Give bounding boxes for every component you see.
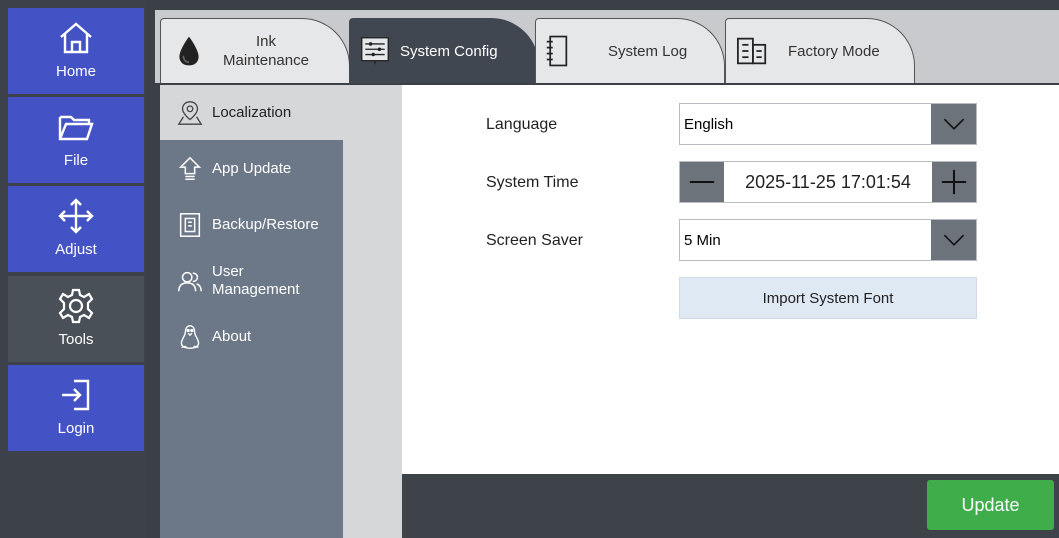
location-pin-icon bbox=[177, 100, 203, 125]
nav-tools-label: Tools bbox=[58, 331, 94, 348]
side-item-user-label-line2: Management bbox=[212, 280, 300, 298]
chevron-down-icon[interactable] bbox=[931, 104, 976, 144]
side-item-app-update-label: App Update bbox=[212, 160, 292, 177]
system-time-value[interactable]: 2025-11-25 17:01:54 bbox=[724, 162, 932, 202]
minus-icon bbox=[689, 180, 715, 184]
upload-arrow-icon bbox=[178, 156, 202, 180]
nav-adjust-label: Adjust bbox=[55, 241, 97, 258]
side-item-about-label: About bbox=[212, 328, 252, 345]
tab-system-log-label: System Log bbox=[608, 42, 688, 60]
side-menu: Localization App Update Backup/Restore U… bbox=[160, 85, 402, 538]
side-item-backup-restore-label: Backup/Restore bbox=[212, 216, 319, 233]
tab-factory-mode-label: Factory Mode bbox=[788, 42, 880, 60]
folder-icon bbox=[58, 115, 94, 141]
tab-bar: Ink Maintenance System Config System Log bbox=[155, 10, 1059, 83]
notebook-icon bbox=[546, 35, 568, 67]
language-select[interactable]: English bbox=[679, 103, 977, 145]
tab-ink-label-line2: Maintenance bbox=[223, 52, 309, 69]
increment-button[interactable] bbox=[932, 162, 976, 202]
move-arrows-icon bbox=[58, 198, 94, 234]
users-icon bbox=[178, 271, 202, 291]
side-item-backup-restore[interactable]: Backup/Restore bbox=[160, 197, 343, 252]
screen-saver-select[interactable]: 5 Min bbox=[679, 219, 977, 261]
screen-saver-value: 5 Min bbox=[684, 231, 721, 249]
plus-icon bbox=[941, 169, 967, 195]
side-item-about[interactable]: About bbox=[160, 309, 343, 364]
building-icon bbox=[737, 37, 767, 65]
system-time-label: System Time bbox=[486, 174, 579, 191]
update-button[interactable]: Update bbox=[927, 480, 1054, 530]
side-item-app-update[interactable]: App Update bbox=[160, 141, 343, 196]
tab-factory-mode[interactable]: Factory Mode bbox=[725, 18, 915, 83]
nav-tools-button[interactable]: Tools bbox=[8, 276, 144, 362]
bottom-bar: Update bbox=[402, 474, 1059, 538]
nav-login-label: Login bbox=[57, 420, 95, 437]
side-item-localization[interactable]: Localization bbox=[160, 85, 402, 140]
home-icon bbox=[60, 22, 92, 54]
import-system-font-button[interactable]: Import System Font bbox=[679, 277, 977, 319]
screen-saver-label: Screen Saver bbox=[486, 232, 583, 249]
language-label: Language bbox=[486, 116, 558, 133]
nav-home-label: Home bbox=[55, 63, 96, 80]
nav-file-button[interactable]: File bbox=[8, 97, 144, 183]
system-time-stepper: 2025-11-25 17:01:54 bbox=[679, 161, 977, 203]
nav-login-button[interactable]: Login bbox=[8, 365, 144, 451]
ink-drop-icon bbox=[179, 36, 199, 66]
nav-home-button[interactable]: Home bbox=[8, 8, 144, 94]
localization-panel: Language English System Time 2025-11-25 … bbox=[402, 85, 1059, 474]
tab-system-config-label: System Config bbox=[400, 42, 498, 60]
side-item-user-management[interactable]: User Management bbox=[160, 253, 343, 308]
gear-icon bbox=[58, 288, 94, 324]
tab-ink-maintenance[interactable]: Ink Maintenance bbox=[160, 18, 350, 83]
nav-adjust-button[interactable]: Adjust bbox=[8, 186, 144, 272]
backup-cabinet-icon bbox=[179, 212, 201, 237]
login-icon bbox=[62, 379, 90, 411]
decrement-button[interactable] bbox=[680, 162, 724, 202]
left-nav: Home File Adjust Tools Login bbox=[0, 0, 147, 538]
tab-system-config[interactable]: System Config bbox=[349, 18, 539, 83]
nav-file-label: File bbox=[63, 152, 89, 169]
sliders-panel-icon bbox=[361, 37, 389, 65]
tab-ink-label-line1: Ink bbox=[255, 33, 276, 50]
side-item-localization-label: Localization bbox=[212, 104, 292, 121]
tab-system-log[interactable]: System Log bbox=[535, 18, 725, 83]
penguin-icon bbox=[180, 324, 200, 349]
language-value: English bbox=[684, 115, 734, 133]
chevron-down-icon[interactable] bbox=[931, 220, 976, 260]
side-item-user-label-line1: User bbox=[212, 262, 244, 280]
